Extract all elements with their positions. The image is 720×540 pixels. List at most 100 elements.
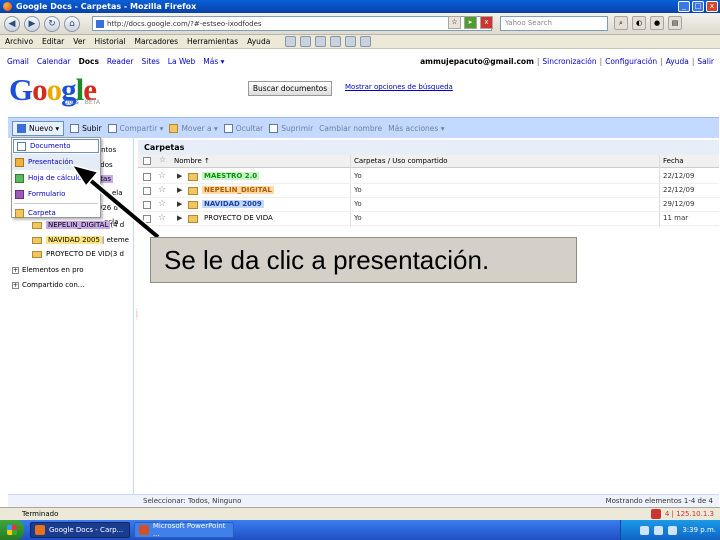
share-button[interactable]: Compartir ▾ xyxy=(107,123,163,133)
url-bar[interactable]: http://docs.google.com/?#-estseo-ixodfod… xyxy=(92,16,492,31)
print-icon[interactable] xyxy=(345,36,357,47)
reload-button[interactable]: ↻ xyxy=(44,15,60,32)
column-folders[interactable]: Carpetas / Uso compartido xyxy=(354,157,448,165)
menu-item-label: Hoja de cálculo xyxy=(28,174,82,182)
maximize-button[interactable]: □ xyxy=(692,1,704,12)
row-checkbox[interactable] xyxy=(143,201,151,209)
window-controls: _ □ x xyxy=(678,1,718,12)
stop-button[interactable]: x xyxy=(480,16,493,29)
menu-editar[interactable]: Editar xyxy=(42,37,64,46)
gbar-link-web[interactable]: La Web xyxy=(168,57,196,66)
copy-icon[interactable] xyxy=(315,36,327,47)
menu-archivo[interactable]: Archivo xyxy=(5,37,33,46)
bookmark-star-icon[interactable]: ☆ xyxy=(448,16,461,29)
star-icon[interactable]: ☆ xyxy=(158,185,166,195)
home-button[interactable]: ⌂ xyxy=(64,15,80,32)
column-date[interactable]: Fecha xyxy=(663,157,684,165)
hide-button[interactable]: Ocultar xyxy=(223,123,263,133)
star-icon[interactable]: ☆ xyxy=(158,213,166,223)
page-icon[interactable]: ▤ xyxy=(668,16,682,30)
tree-shared-with[interactable]: + Compartido con... xyxy=(12,279,84,291)
docs-toolbar: Nuevo ▾ Subir Compartir ▾ Mover a ▾ Ocul… xyxy=(8,117,719,138)
row-checkbox[interactable] xyxy=(143,215,151,223)
menu-item-hoja-calculo[interactable]: Hoja de cálculo xyxy=(12,170,100,186)
tree-item[interactable]: ela xyxy=(112,187,123,199)
menu-item-documento[interactable]: Documento xyxy=(13,139,99,153)
delete-button[interactable]: Suprimir xyxy=(269,123,313,133)
search-docs-button[interactable]: Buscar documentos xyxy=(248,81,332,96)
search-options-link[interactable]: Mostrar opciones de búsqueda xyxy=(345,83,453,91)
gbar-link-sites[interactable]: Sites xyxy=(141,57,159,66)
row-name[interactable]: MAESTRO 2.0 xyxy=(202,172,260,180)
rename-button[interactable]: Cambiar nombre xyxy=(319,124,382,133)
signout-link[interactable]: Salir xyxy=(697,57,714,66)
system-tray: 3:39 p.m. xyxy=(620,520,720,540)
addon-status-icon[interactable] xyxy=(650,509,661,519)
help-link[interactable]: Ayuda xyxy=(666,57,689,66)
menu-ver[interactable]: Ver xyxy=(73,37,85,46)
tree-folder-navidad[interactable]: NAVIDAD 2005 | eteme xyxy=(32,234,129,246)
go-button[interactable]: ▸ xyxy=(464,16,477,29)
settings-link[interactable]: Configuración xyxy=(605,57,657,66)
gbar-link-calendar[interactable]: Calendar xyxy=(37,57,71,66)
star-icon[interactable]: ☆ xyxy=(158,199,166,209)
forward-button[interactable]: ▶ xyxy=(24,15,40,32)
table-row[interactable]: ☆ ▶ NAVIDAD 2009 Yo 29/12/09 xyxy=(138,198,719,212)
table-row[interactable]: ☆ ▶ MAESTRO 2.0 Yo 22/12/09 xyxy=(138,170,719,184)
row-name[interactable]: PROYECTO DE VIDA xyxy=(202,214,275,222)
row-checkbox[interactable] xyxy=(143,187,151,195)
task-firefox[interactable]: Google Docs - Carp... xyxy=(30,522,130,538)
expand-triangle-icon[interactable]: ▶ xyxy=(177,186,182,194)
expand-triangle-icon[interactable]: ▶ xyxy=(177,200,182,208)
menu-item-presentacion[interactable]: Presentación xyxy=(12,154,100,170)
expand-icon[interactable]: + xyxy=(12,266,19,274)
row-name[interactable]: NEPELIN_DIGITAL xyxy=(202,186,274,194)
menu-historial[interactable]: Historial xyxy=(95,37,126,46)
network-icon[interactable] xyxy=(640,525,650,535)
expand-icon[interactable]: + xyxy=(12,281,19,289)
new-button[interactable]: Nuevo ▾ xyxy=(12,120,65,136)
start-button[interactable] xyxy=(0,520,24,540)
expand-triangle-icon[interactable]: ▶ xyxy=(177,172,182,180)
favicon-icon xyxy=(96,19,104,28)
more-actions-button[interactable]: Más acciones ▾ xyxy=(388,124,444,133)
refresh-icon[interactable] xyxy=(285,36,297,47)
tree-folder-proyecto[interactable]: PROYECTO DE VID (3 d xyxy=(32,248,124,260)
selection-links[interactable]: Seleccionar: Todos, Ninguno xyxy=(143,497,241,505)
panel-splitter[interactable]: ⋮ ⋮ ⋮ xyxy=(134,309,140,330)
close-button[interactable]: x xyxy=(706,1,718,12)
tree-item[interactable]: /26 d xyxy=(100,202,118,214)
star-icon[interactable]: ☆ xyxy=(158,171,166,181)
minimize-button[interactable]: _ xyxy=(678,1,690,12)
paste-icon[interactable] xyxy=(330,36,342,47)
volume-icon[interactable] xyxy=(654,525,664,535)
menu-item-carpeta[interactable]: Carpeta xyxy=(12,205,100,221)
table-row[interactable]: ☆ ▶ PROYECTO DE VIDA Yo 11 mar xyxy=(138,212,719,226)
select-all-checkbox[interactable] xyxy=(143,157,151,165)
table-row[interactable]: ☆ ▶ NEPELIN_DIGITAL Yo 22/12/09 xyxy=(138,184,719,198)
menu-marcadores[interactable]: Marcadores xyxy=(135,37,179,46)
expand-triangle-icon[interactable]: ▶ xyxy=(177,214,182,222)
column-name[interactable]: Nombre ↑ xyxy=(174,157,210,165)
row-checkbox[interactable] xyxy=(143,173,151,181)
menu-ayuda[interactable]: Ayuda xyxy=(247,37,270,46)
stop-icon[interactable]: ● xyxy=(650,16,664,30)
page-icon[interactable] xyxy=(300,36,312,47)
task-powerpoint[interactable]: Microsoft PowerPoint ... xyxy=(134,522,234,538)
upload-button[interactable]: Subir xyxy=(70,123,102,133)
gbar-link-reader[interactable]: Reader xyxy=(107,57,134,66)
menu-herramientas[interactable]: Herramientas xyxy=(187,37,238,46)
search-icon[interactable]: ⌕ xyxy=(614,16,628,30)
tree-items-owned[interactable]: + Elementos en pro xyxy=(12,264,84,276)
gbar-link-more[interactable]: Más ▾ xyxy=(203,57,224,66)
addon-icon[interactable]: ◐ xyxy=(632,16,646,30)
gbar-link-gmail[interactable]: Gmail xyxy=(7,57,29,66)
move-button[interactable]: Mover a ▾ xyxy=(169,123,218,133)
back-button[interactable]: ◀ xyxy=(4,15,20,32)
menu-item-formulario[interactable]: Formulario xyxy=(12,186,100,202)
security-icon[interactable] xyxy=(668,525,678,535)
search-input[interactable]: Yahoo Search xyxy=(500,16,608,31)
sync-link[interactable]: Sincronización xyxy=(542,57,596,66)
tool-icon[interactable] xyxy=(360,36,372,47)
row-name[interactable]: NAVIDAD 2009 xyxy=(202,200,264,208)
